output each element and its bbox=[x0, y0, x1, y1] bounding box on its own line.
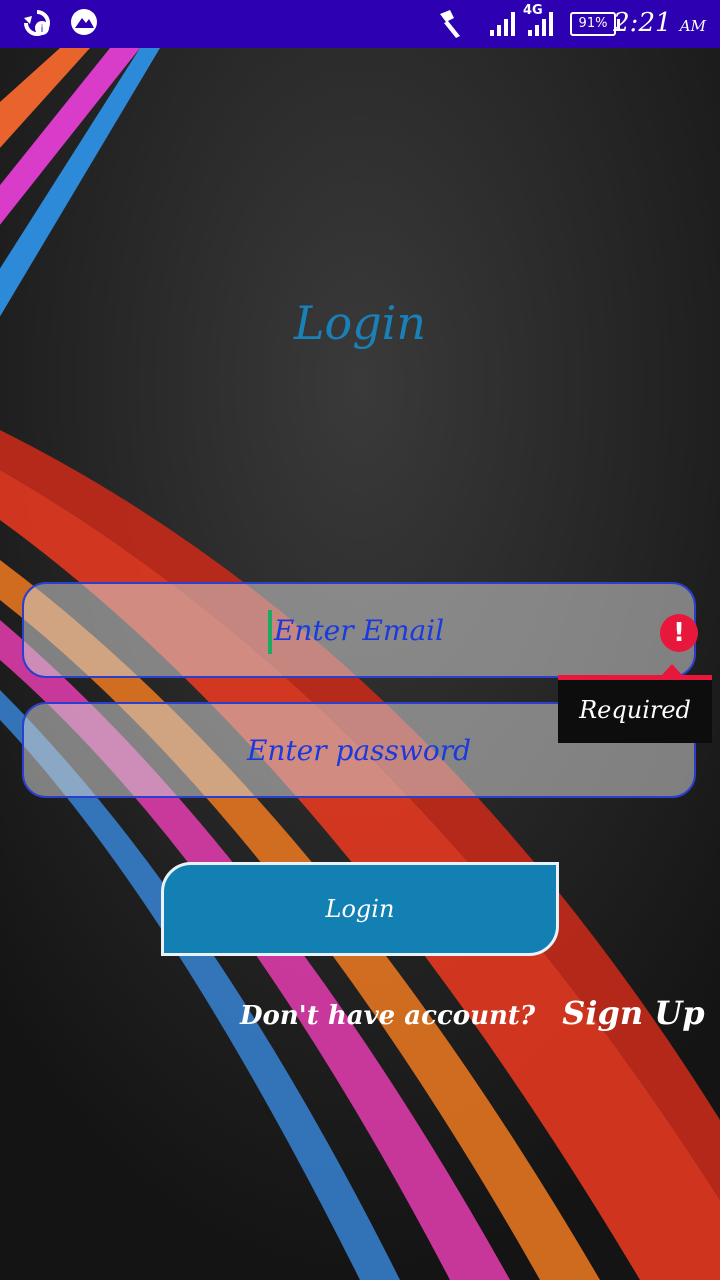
signup-prompt: Don't have account? bbox=[240, 1001, 536, 1031]
signal-icon bbox=[490, 12, 515, 36]
battery-icon: 91% bbox=[570, 12, 620, 36]
network-type: 4G bbox=[523, 3, 543, 18]
error-tooltip: Required bbox=[558, 664, 712, 743]
svg-text:i: i bbox=[41, 24, 44, 35]
sync-icon: i bbox=[24, 10, 50, 36]
email-field[interactable]: Enter Email ! bbox=[22, 582, 698, 678]
error-icon: ! bbox=[660, 614, 698, 652]
login-button[interactable]: Login bbox=[161, 862, 559, 956]
flashlight-icon bbox=[440, 10, 460, 38]
clock-time: 2:21 bbox=[613, 8, 672, 38]
vpn-icon bbox=[71, 9, 97, 35]
status-bar: i 4G 91% 2:21 AM bbox=[0, 0, 720, 48]
signup-row: Don't have account? Sign Up bbox=[240, 994, 705, 1032]
signup-link[interactable]: Sign Up bbox=[562, 994, 704, 1032]
email-placeholder: Enter Email bbox=[273, 614, 445, 647]
clock: 2:21 AM bbox=[613, 8, 706, 38]
page-title: Login bbox=[293, 296, 427, 350]
clock-ampm: AM bbox=[679, 17, 706, 35]
